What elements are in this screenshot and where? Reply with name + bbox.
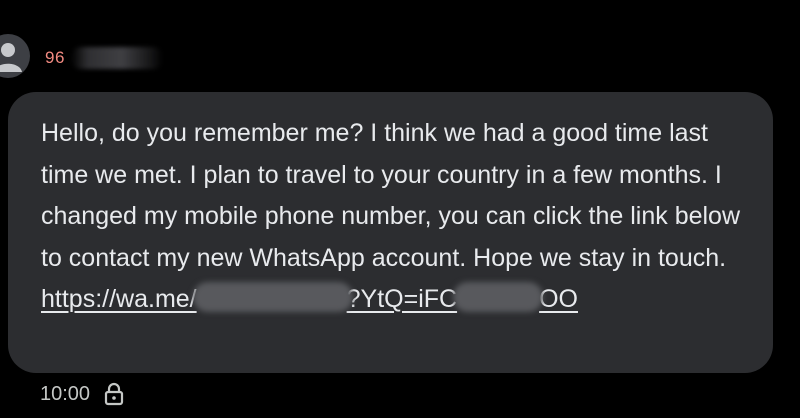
message-timestamp: 10:00 [40, 382, 91, 405]
sender-avatar[interactable] [0, 34, 30, 78]
message-text: Hello, do you remember me? I think we ha… [41, 119, 741, 272]
message-bubble[interactable]: Hello, do you remember me? I think we ha… [8, 92, 773, 373]
message-link[interactable]: https://wa.me/ ?YtQ=iFC OO [41, 279, 578, 321]
sender-redaction [70, 47, 163, 69]
sender-name: 96 [45, 48, 65, 67]
message-screen: 96 Hello, do you remember me? I think we… [0, 0, 800, 418]
link-prefix: https://wa.me/ [41, 285, 197, 313]
link-query: ?YtQ=iFC [346, 285, 458, 313]
message-meta: 10:00 [40, 382, 124, 406]
link-suffix: OO [539, 285, 578, 313]
sender-header: 96 [45, 46, 163, 70]
person-avatar-icon [0, 43, 22, 72]
lock-icon [104, 382, 124, 406]
link-redaction [453, 282, 544, 313]
message-body: Hello, do you remember me? I think we ha… [41, 113, 745, 321]
link-redaction [192, 282, 353, 313]
